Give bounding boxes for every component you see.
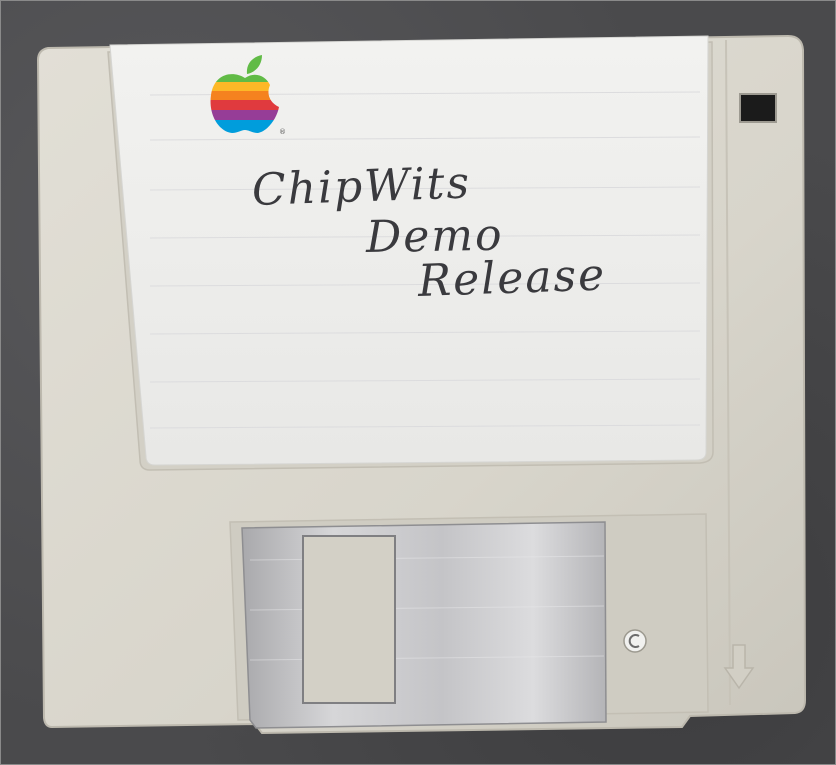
shutter-spring-hole [623,629,647,653]
floppy-disk-illustration: ® [36,34,807,735]
shutter-window [302,535,396,704]
floppy-disk: ® ChipWits Demo Release [0,0,836,765]
svg-text:®: ® [279,128,286,136]
handwritten-release: Release [417,249,607,307]
handwritten-title: ChipWits [251,157,472,216]
write-protect-window [739,93,777,123]
metal-shutter [241,521,607,729]
